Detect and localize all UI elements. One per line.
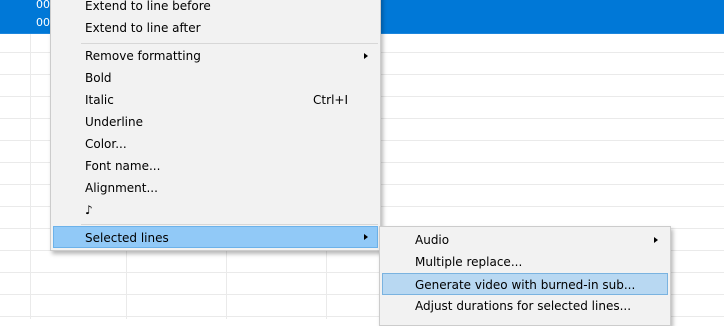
menu-item-label: Italic	[85, 93, 114, 107]
menu-item-label: Multiple replace...	[415, 255, 523, 269]
menu-item-extend-to-line-before[interactable]: Extend to line before	[53, 0, 378, 17]
menu-item-audio[interactable]: Audio	[382, 229, 668, 251]
menu-item-label: Remove formatting	[85, 49, 201, 63]
selected-lines-submenu: Audio Multiple replace... Generate video…	[379, 226, 671, 326]
menu-item-label: Adjust durations for selected lines...	[415, 299, 632, 313]
menu-item-color[interactable]: Color...	[53, 133, 378, 155]
submenu-arrow-icon	[364, 53, 368, 59]
menu-item-label: Selected lines	[85, 231, 169, 245]
music-note-icon: ♪	[85, 203, 93, 217]
menu-item-label: Generate video with burned-in sub...	[415, 278, 636, 292]
menu-separator	[81, 43, 378, 44]
menu-item-font-name[interactable]: Font name...	[53, 155, 378, 177]
menu-item-generate-video-burned-in[interactable]: Generate video with burned-in sub...	[382, 273, 668, 295]
menu-item-adjust-durations[interactable]: Adjust durations for selected lines...	[382, 295, 668, 317]
menu-item-label: Extend to line after	[85, 21, 201, 35]
menu-item-bold[interactable]: Bold	[53, 67, 378, 89]
menu-separator	[81, 224, 378, 225]
menu-item-label: Color...	[85, 137, 127, 151]
menu-item-music-note[interactable]: ♪	[53, 199, 378, 221]
menu-item-label: Audio	[415, 233, 450, 247]
menu-item-label: Font name...	[85, 159, 161, 173]
menu-item-label: Alignment...	[85, 181, 158, 195]
menu-item-extend-to-line-after[interactable]: Extend to line after	[53, 17, 378, 39]
grid-cell-number: 00	[36, 16, 50, 29]
menu-item-italic[interactable]: Italic Ctrl+I	[53, 89, 378, 111]
menu-item-remove-formatting[interactable]: Remove formatting	[53, 45, 378, 67]
menu-item-multiple-replace[interactable]: Multiple replace...	[382, 251, 668, 273]
menu-item-underline[interactable]: Underline	[53, 111, 378, 133]
submenu-arrow-icon	[654, 237, 658, 243]
menu-item-selected-lines[interactable]: Selected lines	[53, 226, 378, 248]
menu-item-shortcut: Ctrl+I	[313, 93, 348, 107]
context-menu: Extend to line before Extend to line aft…	[50, 0, 381, 251]
menu-item-alignment[interactable]: Alignment...	[53, 177, 378, 199]
menu-item-label: Bold	[85, 71, 112, 85]
menu-item-label: Extend to line before	[85, 0, 211, 13]
submenu-arrow-icon	[364, 234, 368, 240]
menu-item-label: Underline	[85, 115, 143, 129]
